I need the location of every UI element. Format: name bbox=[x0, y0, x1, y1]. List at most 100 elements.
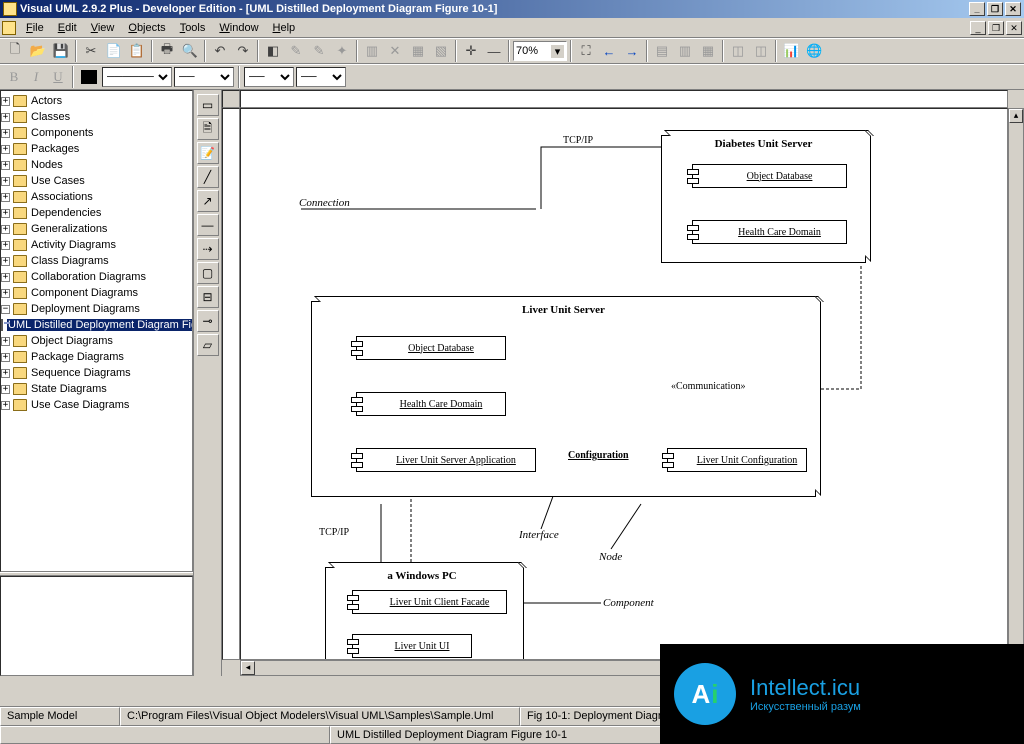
connector-tool[interactable]: — bbox=[197, 214, 219, 236]
component-object-database-2[interactable]: Object Database bbox=[356, 336, 506, 360]
menu-objects[interactable]: Objects bbox=[121, 20, 172, 36]
line-weight-select[interactable]: ── bbox=[174, 67, 234, 87]
component-health-care-domain-2[interactable]: Health Care Domain bbox=[356, 392, 506, 416]
component-liver-unit-ui[interactable]: Liver Unit UI bbox=[352, 634, 472, 658]
tool-4[interactable]: ✦ bbox=[331, 40, 353, 62]
line-style-select[interactable]: ────── bbox=[102, 67, 172, 87]
node-tool[interactable]: ▢ bbox=[197, 262, 219, 284]
tree-item[interactable]: +Actors bbox=[1, 93, 192, 109]
tree-item[interactable]: +Use Cases bbox=[1, 173, 192, 189]
tree-item[interactable]: +Activity Diagrams bbox=[1, 237, 192, 253]
menu-tools[interactable]: Tools bbox=[173, 20, 213, 36]
tree-item[interactable]: +Associations bbox=[1, 189, 192, 205]
tree-item[interactable]: +Package Diagrams bbox=[1, 349, 192, 365]
menu-view[interactable]: View bbox=[84, 20, 122, 36]
tree-item[interactable]: +Sequence Diagrams bbox=[1, 365, 192, 381]
component-liver-unit-client-facade[interactable]: Liver Unit Client Facade bbox=[352, 590, 507, 614]
mdi-close-button[interactable]: ✕ bbox=[1006, 21, 1022, 35]
maximize-button[interactable]: ❐ bbox=[987, 2, 1003, 16]
paste-button[interactable]: 📋 bbox=[126, 40, 148, 62]
component-object-database-1[interactable]: Object Database bbox=[692, 164, 847, 188]
tree-item[interactable]: +Components bbox=[1, 125, 192, 141]
tree-item[interactable]: +Use Case Diagrams bbox=[1, 397, 192, 413]
tree-item[interactable]: +Classes bbox=[1, 109, 192, 125]
mdi-restore-button[interactable]: ❐ bbox=[988, 21, 1004, 35]
globe-button[interactable]: 🌐 bbox=[803, 40, 825, 62]
align-3[interactable]: ▦ bbox=[697, 40, 719, 62]
group-2[interactable]: ◫ bbox=[750, 40, 772, 62]
tool-2[interactable]: ✎ bbox=[285, 40, 307, 62]
component-liver-unit-server-application[interactable]: Liver Unit Server Application bbox=[356, 448, 536, 472]
note-tool[interactable]: 🗎 bbox=[197, 118, 219, 140]
component-tool[interactable]: ⊟ bbox=[197, 286, 219, 308]
interface-tool[interactable]: ⊸ bbox=[197, 310, 219, 332]
component-health-care-domain-1[interactable]: Health Care Domain bbox=[692, 220, 847, 244]
menu-edit[interactable]: Edit bbox=[51, 20, 84, 36]
arrow-start-select[interactable]: ── bbox=[244, 67, 294, 87]
tree-item[interactable]: +Component Diagrams bbox=[1, 285, 192, 301]
line-color-swatch[interactable] bbox=[81, 70, 97, 84]
tree-item[interactable]: +Dependencies bbox=[1, 205, 192, 221]
zoom-fit-button[interactable]: ⛶ bbox=[575, 40, 597, 62]
align-2[interactable]: ▥ bbox=[674, 40, 696, 62]
status-path: C:\Program Files\Visual Object Modelers\… bbox=[120, 707, 520, 726]
mdi-minimize-button[interactable]: _ bbox=[970, 21, 986, 35]
arrow-tool[interactable]: ↗ bbox=[197, 190, 219, 212]
tool-7[interactable]: ▦ bbox=[407, 40, 429, 62]
node-liver-unit-server[interactable]: Liver Unit Server Object Database Health… bbox=[311, 301, 816, 497]
menu-file[interactable]: FFileile bbox=[19, 20, 51, 36]
save-button[interactable]: 💾 bbox=[50, 40, 72, 62]
tree-item[interactable]: +Collaboration Diagrams bbox=[1, 269, 192, 285]
tree-item[interactable]: +Object Diagrams bbox=[1, 333, 192, 349]
print-preview-button[interactable]: 🔍 bbox=[179, 40, 201, 62]
align-1[interactable]: ▤ bbox=[651, 40, 673, 62]
zoom-combo[interactable]: 70%▾ bbox=[513, 41, 567, 61]
select-tool[interactable]: ▭ bbox=[197, 94, 219, 116]
crosshair-tool[interactable]: ✛ bbox=[460, 40, 482, 62]
bold-button[interactable]: B bbox=[4, 67, 24, 87]
tool-6[interactable]: ✕ bbox=[384, 40, 406, 62]
tool-3[interactable]: ✎ bbox=[308, 40, 330, 62]
package-tool[interactable]: ▱ bbox=[197, 334, 219, 356]
minimize-button[interactable]: _ bbox=[969, 2, 985, 16]
line-tool[interactable]: ╱ bbox=[197, 166, 219, 188]
tree-item[interactable]: +Class Diagrams bbox=[1, 253, 192, 269]
tree-item[interactable]: +State Diagrams bbox=[1, 381, 192, 397]
component-liver-unit-configuration[interactable]: Liver Unit Configuration bbox=[667, 448, 807, 472]
diagram-canvas[interactable]: TCP/IP Connection Diabetes Unit Server O… bbox=[240, 108, 1008, 660]
chart-button[interactable]: 📊 bbox=[780, 40, 802, 62]
tree-item[interactable]: +Packages bbox=[1, 141, 192, 157]
nav-prev-button[interactable]: ← bbox=[598, 40, 620, 62]
cut-button[interactable]: ✂ bbox=[80, 40, 102, 62]
minus-tool[interactable]: — bbox=[483, 40, 505, 62]
group-1[interactable]: ◫ bbox=[727, 40, 749, 62]
annotation-component: Component bbox=[603, 597, 654, 609]
nav-next-button[interactable]: → bbox=[621, 40, 643, 62]
text-tool[interactable]: 📝 bbox=[197, 142, 219, 164]
tool-1[interactable]: ◧ bbox=[262, 40, 284, 62]
tool-8[interactable]: ▧ bbox=[430, 40, 452, 62]
tree-item[interactable]: +Generalizations bbox=[1, 221, 192, 237]
redo-button[interactable]: ↷ bbox=[232, 40, 254, 62]
menu-help[interactable]: Help bbox=[266, 20, 303, 36]
menu-window[interactable]: Window bbox=[212, 20, 265, 36]
italic-button[interactable]: I bbox=[26, 67, 46, 87]
dependency-tool[interactable]: ⇢ bbox=[197, 238, 219, 260]
arrow-end-select[interactable]: ── bbox=[296, 67, 346, 87]
undo-button[interactable]: ↶ bbox=[209, 40, 231, 62]
copy-button[interactable]: 📄 bbox=[103, 40, 125, 62]
underline-button[interactable]: U bbox=[48, 67, 68, 87]
close-button[interactable]: ✕ bbox=[1005, 2, 1021, 16]
node-diabetes-unit-server[interactable]: Diabetes Unit Server Object Database Hea… bbox=[661, 135, 866, 263]
model-tree[interactable]: +Actors+Classes+Components+Packages+Node… bbox=[0, 90, 193, 572]
open-button[interactable]: 📂 bbox=[27, 40, 49, 62]
tree-item[interactable]: UML Distilled Deployment Diagram Figure … bbox=[1, 317, 192, 333]
annotation-connection: Connection bbox=[299, 197, 350, 209]
tool-5[interactable]: ▥ bbox=[361, 40, 383, 62]
new-button[interactable]: 🗋 bbox=[4, 40, 26, 62]
print-button[interactable]: 🖶 bbox=[156, 40, 178, 62]
node-windows-pc[interactable]: a Windows PC Liver Unit Client Facade Li… bbox=[325, 567, 519, 660]
tree-item[interactable]: −Deployment Diagrams bbox=[1, 301, 192, 317]
tree-item[interactable]: +Nodes bbox=[1, 157, 192, 173]
scrollbar-vertical[interactable]: ▴ ▾ bbox=[1008, 108, 1024, 660]
